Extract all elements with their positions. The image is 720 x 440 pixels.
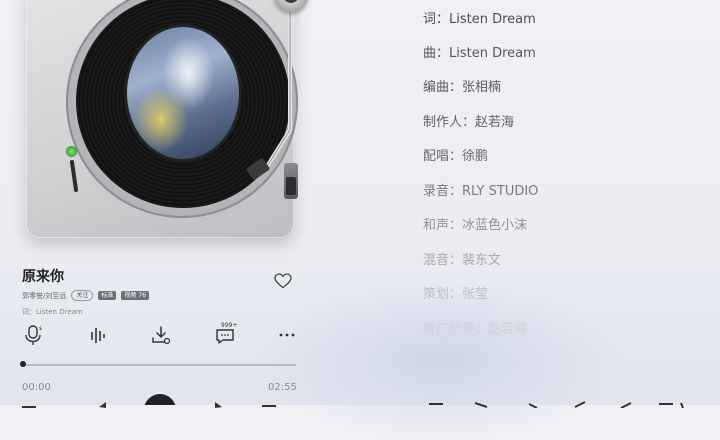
credit-line: 策划：张莹 [423, 287, 489, 302]
credit-line: 词：Listen Dream [423, 12, 536, 27]
credit-line: 推广统筹：赵若海 [423, 322, 528, 337]
current-time: 00:00 [22, 382, 51, 393]
total-time: 02:55 [268, 382, 297, 393]
next-icon[interactable] [205, 398, 225, 408]
credit-line: 配唱：徐鹏 [423, 149, 489, 164]
artist-name[interactable]: 郭零誉/刘至远 [22, 291, 66, 301]
comment-count: 999+ [221, 322, 238, 329]
credit-line: 编曲：张相楠 [423, 80, 502, 95]
lyric-toolbar-icons[interactable] [425, 398, 715, 408]
tonearm [246, 6, 292, 180]
credit-line: 录音：RLY STUDIO [423, 184, 539, 199]
quality-badge[interactable]: 标准 [98, 291, 117, 300]
song-meta: 郭零誉/刘至远 关注 标准 视频 76 [22, 290, 149, 301]
play-button[interactable] [143, 393, 177, 405]
speed-lever [70, 160, 78, 192]
play-mode-icon[interactable] [18, 398, 58, 408]
credit-line: 和声：冰蓝色小沫 [423, 218, 528, 233]
download-icon[interactable] [150, 324, 172, 346]
lyric-credit: 词：Listen Dream [22, 308, 83, 316]
credit-line: 混音：裴东文 [423, 253, 502, 268]
sound-effect-icon[interactable] [87, 324, 109, 346]
progress-bar[interactable] [22, 364, 296, 366]
playlist-icon[interactable] [260, 398, 280, 408]
credit-line: 曲：Listen Dream [423, 46, 536, 61]
power-light [66, 146, 77, 157]
turntable-artwork [26, 0, 308, 238]
microphone-icon[interactable]: $ [22, 324, 44, 346]
credit-line: 制作人：赵若海 [423, 115, 515, 130]
heart-icon[interactable] [274, 273, 292, 289]
more-icon[interactable] [276, 324, 298, 346]
album-cover [124, 24, 242, 162]
song-title: 原来你 [22, 269, 64, 285]
svg-text:$: $ [39, 326, 42, 332]
previous-icon[interactable] [96, 398, 116, 408]
follow-button[interactable]: 关注 [71, 290, 94, 301]
video-badge[interactable]: 视频 76 [121, 291, 149, 300]
progress-handle[interactable] [20, 361, 26, 367]
background-glow [250, 280, 630, 440]
